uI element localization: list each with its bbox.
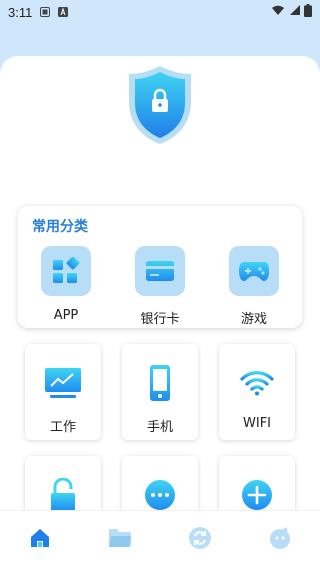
- status-left: 3:11: [8, 4, 69, 20]
- sync-icon: [188, 526, 212, 554]
- more-icon: [122, 476, 198, 514]
- monitor-chart-icon: [25, 364, 101, 402]
- cell-signal-icon: [288, 4, 300, 20]
- home-icon: [29, 527, 51, 553]
- unlock-icon: [25, 476, 101, 514]
- bottom-nav: [0, 510, 320, 568]
- status-right: [272, 3, 312, 21]
- grid-label-work: 工作: [49, 420, 76, 435]
- category-title: 常用分类: [32, 219, 88, 235]
- category-card: 常用分类 APP 银行卡 游戏: [18, 206, 302, 328]
- status-time: 3:11: [8, 4, 33, 20]
- category-item-bank-card[interactable]: 银行卡: [130, 246, 190, 327]
- nav-home[interactable]: [20, 520, 60, 560]
- phone-icon: [122, 364, 198, 402]
- wifi-signal-icon: [272, 4, 284, 20]
- apps-icon: [41, 246, 91, 296]
- profile-icon: [268, 526, 292, 554]
- nav-sync[interactable]: [180, 520, 220, 560]
- battery-icon: [304, 3, 312, 21]
- category-label-game: 游戏: [240, 312, 267, 327]
- wifi-icon: [219, 364, 295, 402]
- nav-profile[interactable]: [260, 520, 300, 560]
- category-item-app[interactable]: APP: [36, 246, 96, 323]
- add-icon: [219, 476, 295, 514]
- grid-item-work[interactable]: 工作: [25, 344, 101, 440]
- grid-label-wifi: WIFI: [243, 416, 271, 431]
- category-item-game[interactable]: 游戏: [224, 246, 284, 327]
- grid-item-phone[interactable]: 手机: [122, 344, 198, 440]
- grid-item-wifi[interactable]: WIFI: [219, 344, 295, 440]
- font-notification-icon: [58, 7, 69, 17]
- gamepad-icon: [229, 246, 279, 296]
- bank-card-icon: [135, 246, 185, 296]
- folder-icon: [108, 528, 132, 552]
- notification-icon: [40, 7, 51, 17]
- nav-folder[interactable]: [100, 520, 140, 560]
- grid-label-phone: 手机: [146, 420, 173, 435]
- category-label-app: APP: [53, 308, 79, 323]
- shield-lock-icon: [127, 64, 193, 146]
- category-label-bank-card: 银行卡: [140, 312, 180, 327]
- status-bar: 3:11: [0, 0, 320, 24]
